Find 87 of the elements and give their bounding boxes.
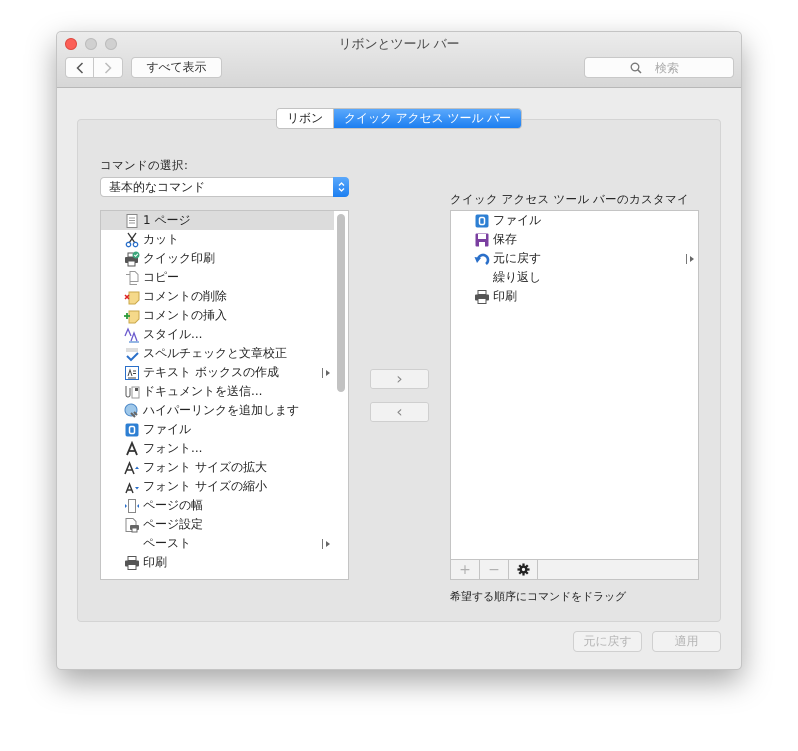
command-row[interactable]: ファイル [451,211,698,230]
command-label: ペースト [143,535,192,552]
command-label: コメントの削除 [143,288,228,305]
hyperlink-icon [124,402,140,418]
popup-value: 基本的なコマンド [109,178,206,196]
show-all-button[interactable]: すべて表示 [131,57,222,78]
command-row[interactable]: カット [101,230,334,249]
font-grow-icon [124,460,140,476]
command-label: コピー [143,269,180,286]
gear-icon [516,563,530,576]
command-label: カット [143,231,180,248]
command-row[interactable]: スタイル... [101,325,334,344]
command-row[interactable]: ファイル [101,420,334,439]
window-title: リボンとツール バー [338,36,460,53]
command-row[interactable]: コメントの削除 [101,287,334,306]
command-label: 印刷 [143,554,168,571]
command-label: フォント... [143,440,204,457]
note-add-icon [124,308,140,324]
command-label: スタイル... [143,326,204,343]
printer-icon [124,250,140,266]
command-row[interactable]: 保存 [451,230,698,249]
command-row[interactable]: フォント サイズの縮小 [101,477,334,496]
command-row[interactable]: 印刷 [101,553,334,572]
spell-check-icon [124,346,140,362]
command-label: ハイパーリンクを追加します [143,402,300,419]
updown-icon [333,177,349,197]
send-document-icon [124,384,140,400]
command-row[interactable]: ページの幅 [101,496,334,515]
chevron-left-icon [76,62,84,74]
command-label: フォント サイズの拡大 [143,459,268,476]
command-row[interactable]: ハイパーリンクを追加します [101,401,334,420]
command-label: ドキュメントを送信... [143,383,264,400]
command-row[interactable]: クイック印刷 [101,249,334,268]
page-icon [124,212,140,228]
drag-hint: 希望する順序にコマンドをドラッグ [450,589,628,604]
chevron-right-icon [104,62,112,74]
save-icon [474,232,490,248]
command-label: スペルチェックと文章校正 [143,345,288,362]
page-width-icon [124,498,140,514]
command-label: 保存 [493,231,518,248]
close-button[interactable] [65,38,77,50]
page-setup-icon [124,516,140,532]
style-icon [124,326,140,342]
font-icon [124,440,140,456]
printer-icon [124,554,140,570]
back-button[interactable] [65,57,94,78]
copy-icon [124,270,140,286]
search-icon [630,62,642,74]
command-row[interactable]: スペルチェックと文章校正 [101,344,334,363]
command-row[interactable]: フォント サイズの拡大 [101,458,334,477]
quick-access-label: クイック アクセス ツール バーのカスタマイ [450,191,689,208]
command-row[interactable]: コピー [101,268,334,287]
printer-icon [474,288,490,304]
command-row[interactable]: 印刷 [451,287,698,306]
undo-icon [474,250,490,266]
command-row[interactable]: コメントの挿入 [101,306,334,325]
command-row[interactable]: 元に戻す [451,249,698,268]
commands-popup[interactable]: 基本的なコマンド [100,177,349,197]
command-row[interactable]: ページ設定 [101,515,334,534]
search-field[interactable]: 検索 [584,57,734,78]
note-delete-icon [124,288,140,304]
command-label: 1 ページ [143,212,192,229]
scissors-icon [124,232,140,248]
command-row[interactable]: 繰り返し [451,268,698,287]
command-label: 印刷 [493,288,518,305]
command-label: コメントの挿入 [143,307,228,324]
command-row[interactable]: ドキュメントを送信... [101,382,334,401]
command-label: 繰り返し [493,269,542,286]
command-row[interactable]: フォント... [101,439,334,458]
command-label: ファイル [143,421,192,438]
commands-label: コマンドの選択: [100,157,189,174]
minimize-button[interactable] [85,38,97,50]
command-label: フォント サイズの縮小 [143,478,268,495]
command-row[interactable]: テキスト ボックスの作成 [101,363,334,382]
command-label: ファイル [493,212,542,229]
file-icon [124,422,140,438]
command-label: クイック印刷 [143,250,216,267]
command-row[interactable]: ペースト [101,534,334,553]
command-label: ページの幅 [143,497,204,514]
file-icon [474,212,490,228]
command-label: ページ設定 [143,516,204,533]
text-box-icon [124,364,140,380]
command-label: テキスト ボックスの作成 [143,364,280,381]
scrollbar-thumb[interactable] [337,214,345,392]
command-row[interactable]: 1 ページ [101,211,334,230]
zoom-button[interactable] [105,38,117,50]
command-label: 元に戻す [493,250,542,267]
